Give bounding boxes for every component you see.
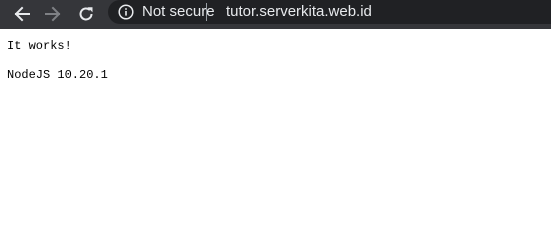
security-status-label[interactable]: Not secure — [142, 4, 215, 20]
info-icon[interactable] — [118, 4, 134, 20]
forward-button[interactable] — [42, 3, 64, 25]
url-text[interactable]: tutor.serverkita.web.id — [226, 4, 372, 20]
address-bar[interactable]: Not secure tutor.serverkita.web.id — [108, 0, 551, 24]
page-text-line: NodeJS 10.20.1 — [7, 68, 108, 82]
page-content: It works! NodeJS 10.20.1 — [0, 29, 551, 246]
back-button[interactable] — [11, 3, 33, 25]
back-arrow-icon — [14, 6, 30, 22]
forward-arrow-icon — [45, 6, 61, 22]
reload-icon — [79, 7, 93, 21]
omnibox-divider — [206, 3, 207, 21]
browser-toolbar: Not secure tutor.serverkita.web.id — [0, 0, 551, 29]
reload-button[interactable] — [75, 3, 97, 25]
page-text-line: It works! — [7, 39, 72, 53]
